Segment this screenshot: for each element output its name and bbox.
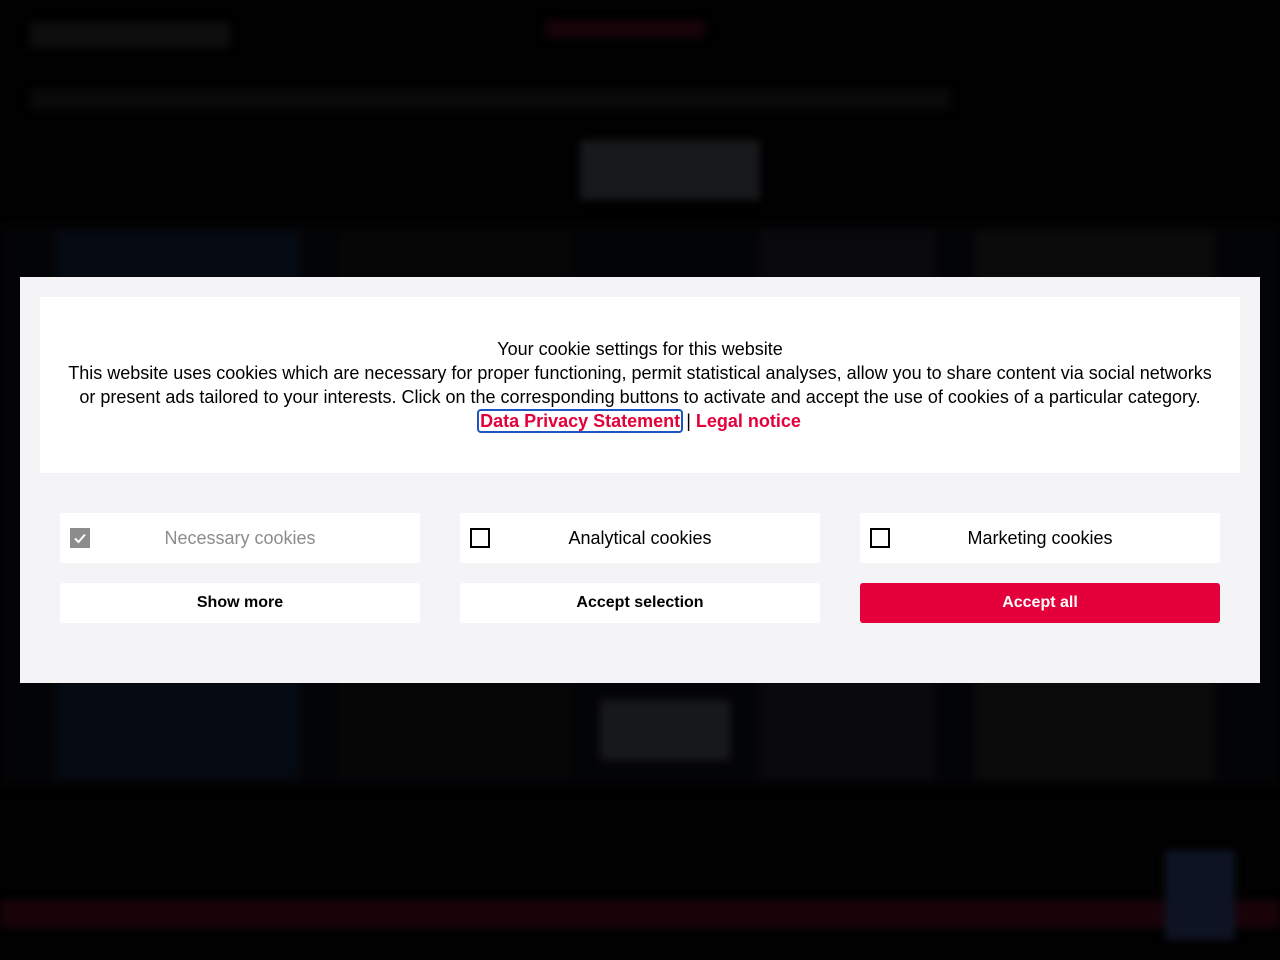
cookie-description: This website uses cookies which are nece… xyxy=(68,363,1212,407)
cookie-consent-dialog: Your cookie settings for this website Th… xyxy=(20,277,1260,683)
necessary-cookies-checkbox xyxy=(70,528,90,548)
analytical-cookies-option[interactable]: Analytical cookies xyxy=(460,513,820,563)
marketing-cookies-checkbox[interactable] xyxy=(870,528,890,548)
cookie-links: Data Privacy Statement | Legal notice xyxy=(40,409,1240,433)
marketing-cookies-option[interactable]: Marketing cookies xyxy=(860,513,1220,563)
show-more-button[interactable]: Show more xyxy=(60,583,420,623)
necessary-cookies-option: Necessary cookies xyxy=(60,513,420,563)
necessary-cookies-label: Necessary cookies xyxy=(164,527,316,548)
analytical-cookies-checkbox[interactable] xyxy=(470,528,490,548)
cookie-action-row: Show more Accept selection Accept all xyxy=(60,583,1220,623)
link-separator: | xyxy=(686,411,691,431)
analytical-cookies-label: Analytical cookies xyxy=(568,527,712,548)
checkmark-icon xyxy=(74,533,86,544)
cookie-category-row: Necessary cookies Analytical cookies Mar… xyxy=(60,513,1220,563)
data-privacy-link[interactable]: Data Privacy Statement xyxy=(477,409,684,433)
legal-notice-link[interactable]: Legal notice xyxy=(696,411,801,431)
marketing-cookies-label: Marketing cookies xyxy=(967,527,1113,548)
accept-all-button[interactable]: Accept all xyxy=(860,583,1220,623)
accept-selection-button[interactable]: Accept selection xyxy=(460,583,820,623)
cookie-intro-box: Your cookie settings for this website Th… xyxy=(40,297,1240,473)
cookie-title: Your cookie settings for this website xyxy=(497,339,783,359)
